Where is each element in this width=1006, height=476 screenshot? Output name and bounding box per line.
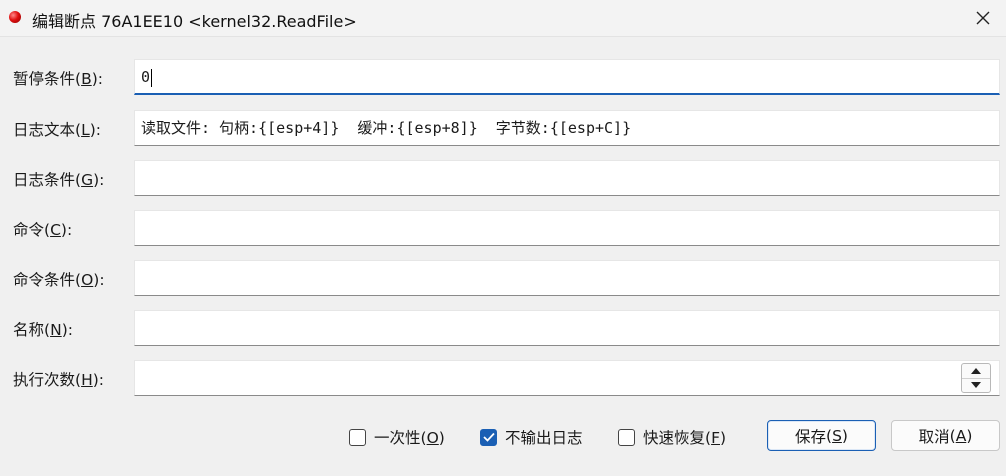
command-condition-label: 命令条件(O): bbox=[13, 271, 105, 289]
no-log-label: 不输出日志 bbox=[505, 429, 583, 447]
hit-count-row: 执行次数(H): 0 bbox=[0, 359, 1006, 397]
spin-down-button[interactable] bbox=[962, 378, 990, 392]
checkmark-icon bbox=[482, 432, 495, 442]
close-button[interactable] bbox=[960, 0, 1006, 36]
spin-down-icon bbox=[971, 382, 981, 388]
fast-resume-label: 快速恢复(F) bbox=[643, 429, 727, 447]
hit-count-input[interactable]: 0 bbox=[134, 360, 1000, 396]
log-condition-input[interactable] bbox=[134, 160, 1000, 196]
pause-condition-label: 暂停条件(B): bbox=[13, 70, 103, 88]
hit-count-label: 执行次数(H): bbox=[13, 371, 105, 389]
name-input[interactable] bbox=[134, 310, 1000, 346]
title-bar: 编辑断点 76A1EE10 <kernel32.ReadFile> bbox=[0, 0, 1006, 37]
command-condition-input[interactable] bbox=[134, 260, 1000, 296]
no-log-checkbox[interactable]: 不输出日志 bbox=[480, 426, 583, 448]
name-label: 名称(N): bbox=[13, 321, 73, 339]
red-dot-icon bbox=[9, 11, 21, 23]
command-input[interactable] bbox=[134, 210, 1000, 246]
log-text-input[interactable]: 读取文件: 句柄:{[esp+4]} 缓冲:{[esp+8]} 字节数:{[es… bbox=[134, 110, 1000, 146]
fast-resume-checkbox-box[interactable] bbox=[618, 428, 635, 446]
window-title: 编辑断点 76A1EE10 <kernel32.ReadFile> bbox=[32, 12, 357, 31]
close-icon bbox=[976, 11, 990, 25]
pause-condition-row: 暂停条件(B): 0 bbox=[0, 58, 1006, 96]
name-row: 名称(N): bbox=[0, 309, 1006, 347]
command-condition-row: 命令条件(O): bbox=[0, 259, 1006, 297]
command-row: 命令(C): bbox=[0, 209, 1006, 247]
log-text-row: 日志文本(L): 读取文件: 句柄:{[esp+4]} 缓冲:{[esp+8]}… bbox=[0, 109, 1006, 147]
no-log-checkbox-box[interactable] bbox=[480, 428, 497, 446]
bottom-bar: 一次性(O) 不输出日志 快速恢复(F) 保存(S) 取消(A) bbox=[0, 418, 1006, 458]
command-label: 命令(C): bbox=[13, 221, 73, 239]
log-condition-row: 日志条件(G): bbox=[0, 159, 1006, 197]
spin-up-icon bbox=[971, 368, 981, 374]
once-label: 一次性(O) bbox=[374, 429, 445, 447]
save-button[interactable]: 保存(S) bbox=[767, 420, 876, 451]
cancel-button[interactable]: 取消(A) bbox=[891, 420, 1000, 451]
hit-count-spinner[interactable] bbox=[961, 363, 991, 393]
pause-condition-input[interactable]: 0 bbox=[134, 59, 1000, 95]
fast-resume-checkbox[interactable]: 快速恢复(F) bbox=[618, 426, 726, 448]
text-caret bbox=[151, 68, 153, 87]
once-checkbox[interactable]: 一次性(O) bbox=[349, 426, 445, 448]
log-condition-label: 日志条件(G): bbox=[13, 171, 105, 189]
spin-up-button[interactable] bbox=[962, 364, 990, 379]
log-text-label: 日志文本(L): bbox=[13, 121, 101, 139]
once-checkbox-box[interactable] bbox=[349, 428, 366, 446]
